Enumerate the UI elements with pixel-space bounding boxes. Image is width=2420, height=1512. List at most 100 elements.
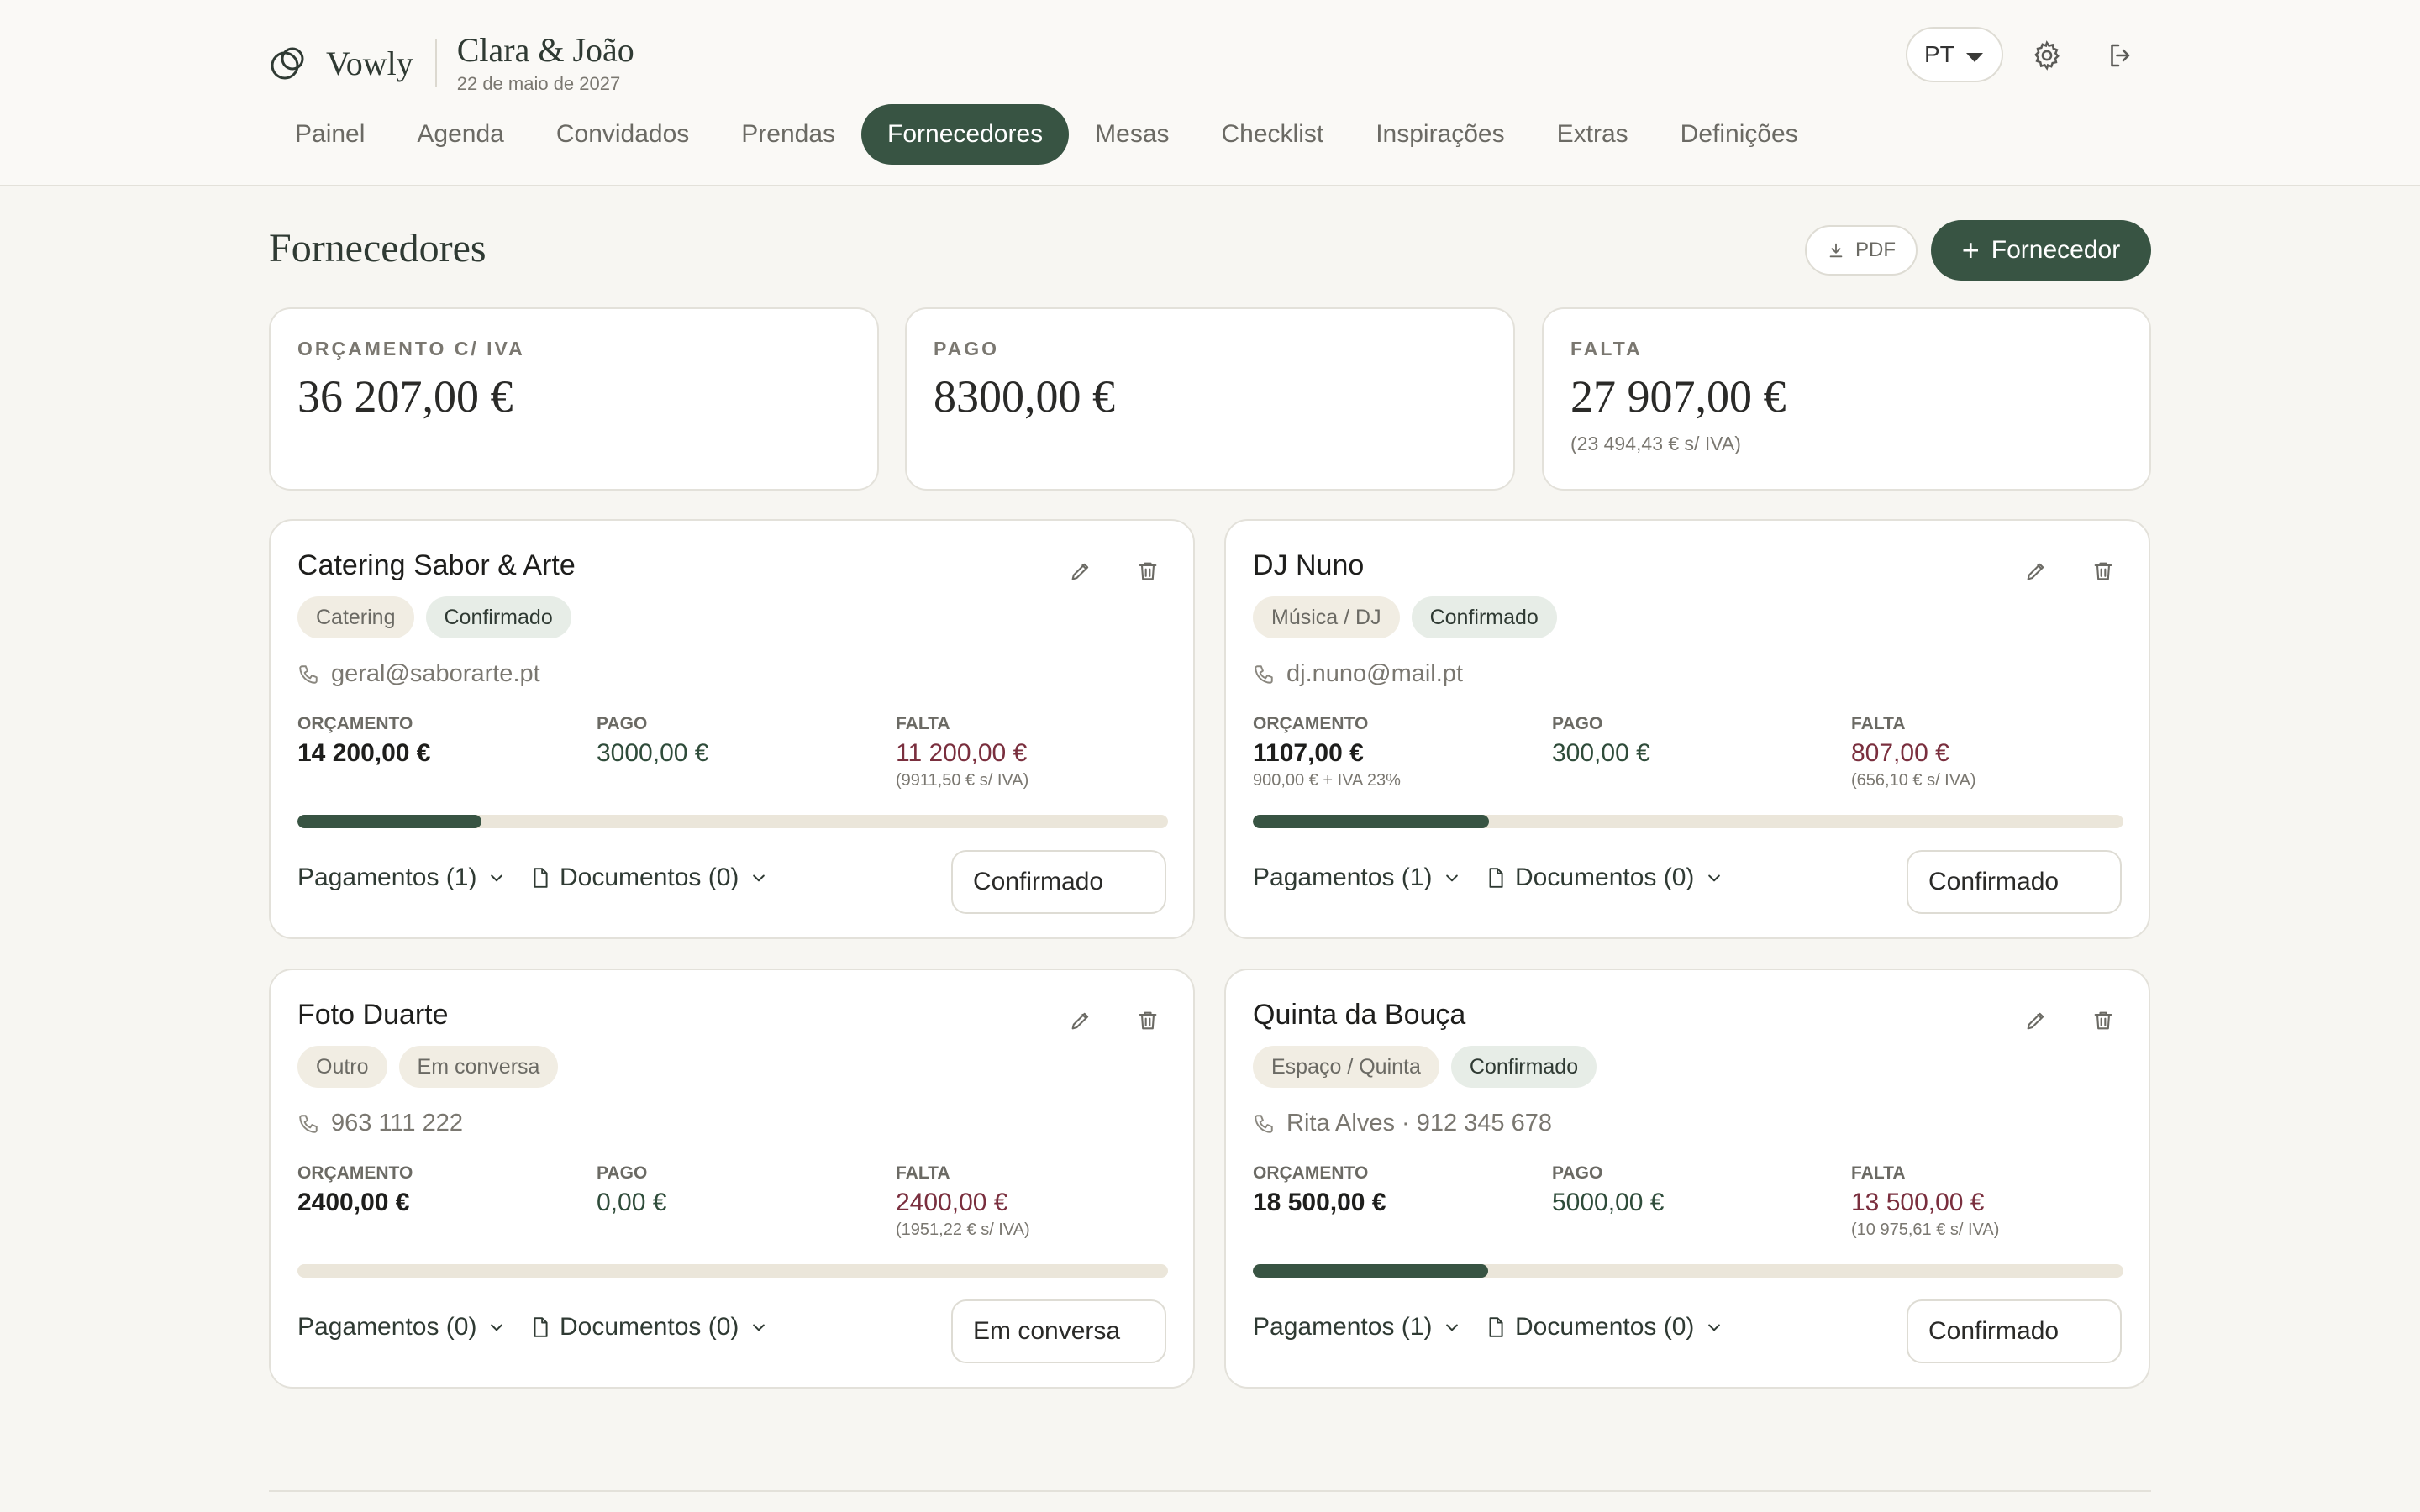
- summary-value: 36 207,00 €: [297, 371, 513, 422]
- payments-toggle[interactable]: Pagamentos (1): [297, 864, 505, 892]
- missing-value: 807,00 €: [1851, 739, 1949, 767]
- export-pdf-button[interactable]: PDF: [1805, 225, 1918, 276]
- paid-label: PAGO: [597, 714, 648, 733]
- phone-icon: [1255, 1114, 1273, 1133]
- summary-missing-card: FALTA 27 907,00 € (23 494,43 € s/ IVA): [1542, 307, 2151, 491]
- language-select[interactable]: PT: [1906, 27, 2003, 82]
- edit-vendor-button[interactable]: [1069, 559, 1092, 587]
- add-vendor-button[interactable]: + Fornecedor: [1931, 220, 2151, 281]
- tab-checklist[interactable]: Checklist: [1196, 104, 1350, 165]
- chevron-down-icon: [1446, 874, 1459, 882]
- edit-icon: [1071, 563, 1089, 580]
- paid-block: PAGO 0,00 €: [597, 1163, 666, 1217]
- chevron-down-icon: [491, 874, 503, 882]
- vendor-tags: Música / DJ Confirmado: [1253, 596, 1569, 638]
- vendor-card: Catering Sabor & Arte Catering Confirmad…: [269, 519, 1195, 939]
- status-badge: Confirmado: [1450, 1046, 1597, 1088]
- documents-toggle[interactable]: Documentos (0): [529, 1313, 767, 1341]
- paid-label: PAGO: [1552, 1163, 1603, 1183]
- documents-toggle[interactable]: Documentos (0): [1485, 1313, 1723, 1341]
- missing-value: 13 500,00 €: [1851, 1189, 1985, 1216]
- status-badge: Em conversa: [398, 1046, 559, 1088]
- trash-icon: [2094, 562, 2112, 580]
- logout-button[interactable]: [2097, 32, 2144, 79]
- status-select[interactable]: Confirmado: [1907, 850, 2122, 914]
- delete-vendor-button[interactable]: [2091, 1009, 2115, 1037]
- missing-block: FALTA 2400,00 € (1951,22 € s/ IVA): [896, 1163, 1030, 1240]
- tab-fornecedores[interactable]: Fornecedores: [861, 104, 1070, 165]
- vendor-card: DJ Nuno Música / DJ Confirmado dj.nuno@m…: [1224, 519, 2150, 939]
- documents-toggle[interactable]: Documentos (0): [1485, 864, 1723, 892]
- tab-agenda[interactable]: Agenda: [391, 104, 529, 165]
- chevron-down-icon: [753, 1324, 765, 1331]
- chevron-down-icon: [1708, 874, 1721, 882]
- edit-vendor-button[interactable]: [2024, 559, 2048, 587]
- tab-definicoes[interactable]: Definições: [1655, 104, 1824, 165]
- payments-label: Pagamentos (0): [297, 1313, 477, 1341]
- gear-icon: [2034, 40, 2060, 71]
- trash-icon: [1139, 562, 1157, 580]
- pdf-label: PDF: [1855, 239, 1896, 261]
- missing-label: FALTA: [1851, 1163, 1906, 1183]
- vendor-card: Foto Duarte Outro Em conversa 963 111 22…: [269, 969, 1195, 1389]
- chevron-down-icon: [1446, 1324, 1459, 1331]
- divider: [434, 39, 437, 87]
- wedding-date: 22 de maio de 2027: [456, 73, 621, 94]
- vendor-name: Foto Duarte: [297, 999, 449, 1031]
- missing-label: FALTA: [1851, 714, 1906, 733]
- tab-prendas[interactable]: Prendas: [715, 104, 861, 165]
- tab-extras[interactable]: Extras: [1531, 104, 1655, 165]
- summary-paid-card: PAGO 8300,00 €: [905, 307, 1515, 491]
- settings-button[interactable]: [2023, 32, 2070, 79]
- vendor-name: Quinta da Bouça: [1253, 999, 1466, 1031]
- delete-vendor-button[interactable]: [2091, 559, 2115, 587]
- tab-mesas[interactable]: Mesas: [1069, 104, 1195, 165]
- payments-toggle[interactable]: Pagamentos (1): [1253, 1313, 1460, 1341]
- missing-value: 11 200,00 €: [896, 739, 1028, 767]
- budget-value: 14 200,00 €: [297, 739, 431, 767]
- category-badge: Espaço / Quinta: [1253, 1046, 1439, 1088]
- documents-label: Documentos (0): [1515, 864, 1695, 891]
- missing-note: (1951,22 € s/ IVA): [896, 1221, 1030, 1239]
- tab-painel[interactable]: Painel: [269, 104, 391, 165]
- documents-toggle[interactable]: Documentos (0): [529, 864, 767, 892]
- budget-value: 2400,00 €: [297, 1189, 410, 1216]
- vendor-contact: Rita Alves · 912 345 678: [1253, 1110, 1552, 1137]
- payment-progress-bar: [1253, 815, 2123, 828]
- budget-value: 1107,00 €: [1253, 739, 1364, 767]
- status-badge: Confirmado: [425, 596, 571, 638]
- tab-convidados[interactable]: Convidados: [530, 104, 715, 165]
- tab-inspiracoes[interactable]: Inspirações: [1349, 104, 1530, 165]
- payments-toggle[interactable]: Pagamentos (0): [297, 1313, 505, 1341]
- edit-icon: [2027, 563, 2044, 580]
- payments-toggle[interactable]: Pagamentos (1): [1253, 864, 1460, 892]
- summary-value: 8300,00 €: [934, 371, 1115, 422]
- status-select[interactable]: Confirmado: [1907, 1299, 2122, 1363]
- missing-note: (10 975,61 € s/ IVA): [1851, 1221, 2000, 1239]
- missing-label: FALTA: [896, 714, 950, 733]
- summary-budget-card: ORÇAMENTO C/ IVA 36 207,00 €: [269, 307, 879, 491]
- delete-vendor-button[interactable]: [1136, 1009, 1160, 1037]
- budget-block: ORÇAMENTO 2400,00 €: [297, 1163, 413, 1221]
- document-icon: [1489, 868, 1503, 888]
- paid-value: 3000,00 €: [597, 739, 709, 767]
- budget-label: ORÇAMENTO: [297, 1163, 413, 1183]
- couple-name: Clara & João: [456, 31, 634, 69]
- vendor-card: Quinta da Bouça Espaço / Quinta Confirma…: [1224, 969, 2150, 1389]
- contact-text: geral@saborarte.pt: [331, 660, 540, 687]
- status-select[interactable]: Em conversa: [951, 1299, 1166, 1363]
- status-select[interactable]: Confirmado: [951, 850, 1166, 914]
- edit-vendor-button[interactable]: [2024, 1009, 2048, 1037]
- budget-block: ORÇAMENTO 1107,00 € 900,00 € + IVA 23%: [1253, 714, 1401, 790]
- paid-value: 5000,00 €: [1552, 1189, 1665, 1216]
- summary-label: PAGO: [934, 338, 1000, 360]
- language-value: PT: [1924, 41, 1954, 67]
- missing-note: (9911,50 € s/ IVA): [896, 771, 1029, 790]
- vendor-tags: Espaço / Quinta Confirmado: [1253, 1046, 1608, 1088]
- rings-logo-icon: [271, 47, 304, 80]
- budget-note: 900,00 € + IVA 23%: [1253, 771, 1401, 790]
- missing-block: FALTA 11 200,00 € (9911,50 € s/ IVA): [896, 714, 1028, 790]
- edit-vendor-button[interactable]: [1069, 1009, 1092, 1037]
- delete-vendor-button[interactable]: [1136, 559, 1160, 587]
- caret-down-icon: [1966, 53, 1983, 62]
